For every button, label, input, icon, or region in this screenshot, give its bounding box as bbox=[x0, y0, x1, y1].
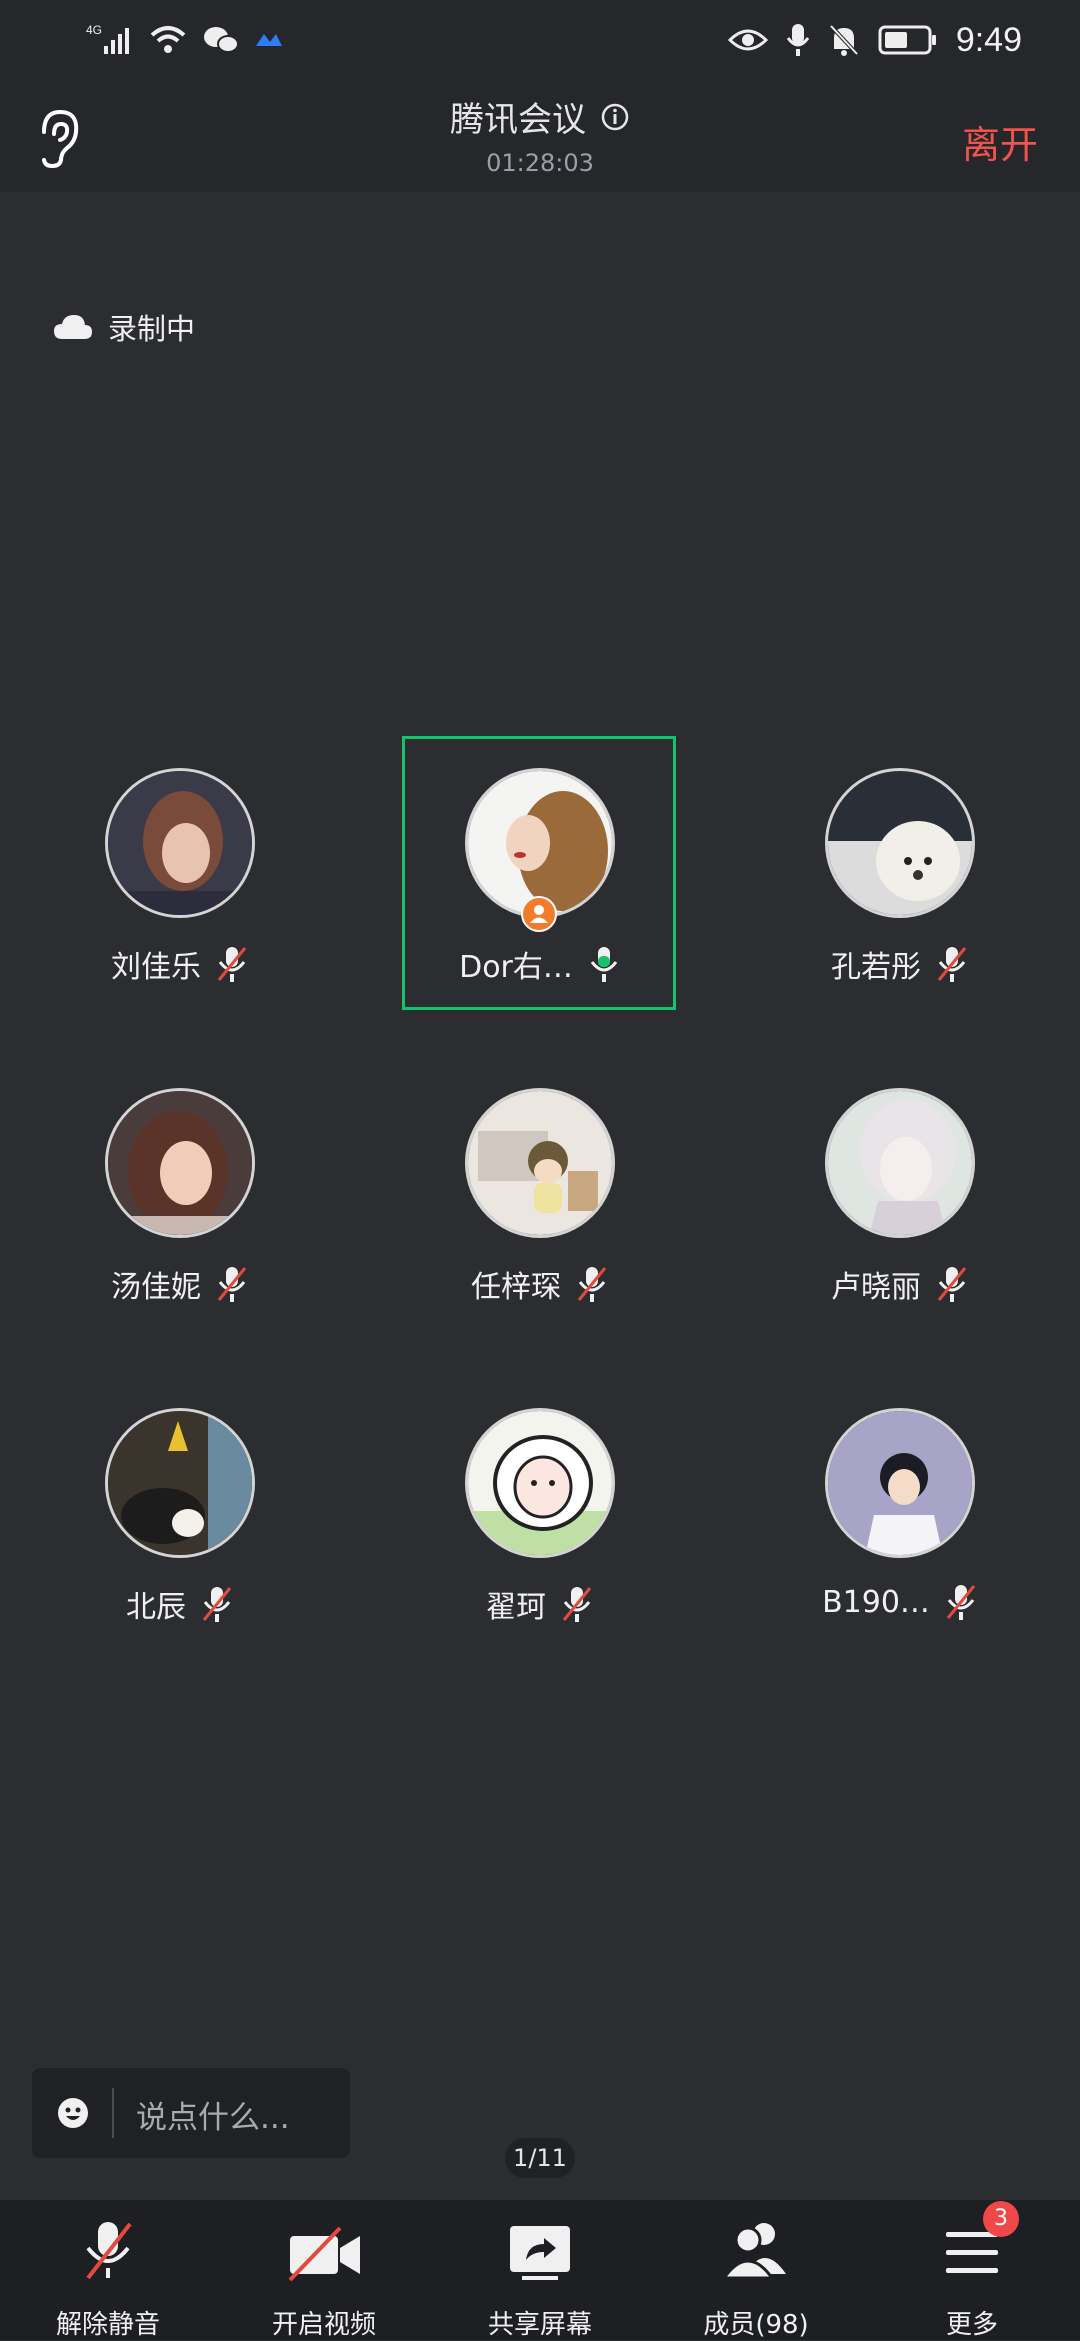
meeting-header: 腾讯会议 01:28:03 离开 bbox=[0, 80, 1080, 192]
title-block: 腾讯会议 01:28:03 bbox=[0, 92, 1080, 177]
meeting-title[interactable]: 腾讯会议 bbox=[450, 92, 586, 141]
leave-button[interactable]: 离开 bbox=[962, 114, 1038, 169]
status-right: 9:49 bbox=[727, 18, 1022, 62]
status-left: 4G bbox=[86, 18, 284, 62]
participant-tile[interactable]: B190… bbox=[780, 1388, 1020, 1628]
chat-input[interactable]: 说点什么... bbox=[32, 2068, 350, 2158]
video-off-icon bbox=[288, 2226, 360, 2282]
mic-muted-icon bbox=[86, 2222, 132, 2280]
host-badge bbox=[521, 896, 557, 932]
participant-tile-active[interactable]: Dor右… bbox=[420, 748, 660, 988]
participant-name: Dor右… bbox=[459, 950, 573, 985]
participant-tile[interactable]: 任梓琛 bbox=[420, 1068, 660, 1308]
participant-name: 翟珂 bbox=[486, 1590, 546, 1625]
avatar bbox=[465, 1408, 615, 1558]
tencent-meeting-status-icon bbox=[256, 34, 282, 46]
participant-name: 汤佳妮 bbox=[111, 1270, 201, 1305]
start-video-label: 开启视频 bbox=[271, 2310, 376, 2340]
mic-muted-icon bbox=[202, 1587, 232, 1622]
cloud-icon bbox=[54, 315, 92, 339]
unmute-button[interactable]: 解除静音 bbox=[0, 2200, 216, 2340]
participant-tile[interactable]: 孔若彤 bbox=[780, 748, 1020, 988]
participant-tile[interactable]: 翟珂 bbox=[420, 1388, 660, 1628]
participant-tile[interactable]: 卢晓丽 bbox=[780, 1068, 1020, 1308]
members-label: 成员(98) bbox=[703, 2310, 809, 2340]
participant-name: B190… bbox=[822, 1584, 930, 1620]
avatar bbox=[105, 1088, 255, 1238]
network-type-label: 4G bbox=[86, 23, 102, 37]
start-video-button[interactable]: 开启视频 bbox=[216, 2200, 432, 2340]
mic-active-icon bbox=[590, 947, 618, 982]
participant-tile[interactable]: 汤佳妮 bbox=[60, 1068, 300, 1308]
mic-muted-icon bbox=[562, 1587, 592, 1622]
unmute-label: 解除静音 bbox=[55, 2310, 160, 2340]
mic-muted-icon bbox=[577, 1267, 607, 1302]
host-person-icon bbox=[530, 905, 548, 923]
mic-muted-icon bbox=[946, 1585, 976, 1620]
share-screen-label: 共享屏幕 bbox=[487, 2310, 592, 2340]
recording-indicator: 录制中 bbox=[52, 306, 195, 348]
participant-name: 北辰 bbox=[126, 1590, 186, 1625]
mic-muted-icon bbox=[937, 947, 967, 982]
signal-icon: 4G bbox=[86, 23, 129, 54]
more-button[interactable]: 更多 bbox=[864, 2200, 1080, 2340]
page-indicator: 1/11 bbox=[505, 2138, 575, 2178]
eye-icon bbox=[727, 29, 768, 51]
avatar bbox=[105, 768, 255, 918]
status-bar: 4G 9:49 bbox=[0, 0, 1080, 80]
meeting-timer: 01:28:03 bbox=[486, 149, 594, 177]
battery-icon bbox=[878, 25, 936, 55]
recording-label: 录制中 bbox=[108, 312, 196, 346]
info-icon[interactable] bbox=[600, 102, 630, 132]
avatar bbox=[465, 1088, 615, 1238]
members-button[interactable]: 成员(98) bbox=[648, 2200, 864, 2340]
share-screen-icon bbox=[510, 2226, 570, 2280]
mic-muted-icon bbox=[217, 947, 247, 982]
avatar bbox=[825, 1408, 975, 1558]
mic-muted-icon bbox=[217, 1267, 247, 1302]
wechat-icon bbox=[204, 27, 239, 53]
bottom-toolbar: 解除静音 开启视频 共享屏幕 成员(98) 更多 bbox=[0, 2200, 1080, 2340]
clock: 9:49 bbox=[955, 20, 1022, 59]
participant-name: 任梓琛 bbox=[471, 1270, 561, 1305]
avatar bbox=[105, 1408, 255, 1558]
notification-badge: 3 bbox=[983, 2201, 1019, 2237]
chat-placeholder: 说点什么... bbox=[136, 2100, 290, 2136]
participant-name: 卢晓丽 bbox=[831, 1270, 921, 1305]
members-icon bbox=[721, 2223, 786, 2280]
participant-tile[interactable]: 北辰 bbox=[60, 1388, 300, 1628]
emoji-icon[interactable] bbox=[56, 2096, 90, 2130]
more-label: 更多 bbox=[945, 2310, 998, 2340]
participant-name: 孔若彤 bbox=[831, 950, 921, 985]
bell-off-icon bbox=[829, 24, 859, 56]
mic-muted-icon bbox=[937, 1267, 967, 1302]
share-screen-button[interactable]: 共享屏幕 bbox=[432, 2200, 648, 2340]
avatar bbox=[825, 768, 975, 918]
participant-name: 刘佳乐 bbox=[111, 950, 201, 985]
divider bbox=[112, 2088, 114, 2138]
mic-status-icon bbox=[786, 24, 810, 56]
avatar bbox=[825, 1088, 975, 1238]
participant-tile[interactable]: 刘佳乐 bbox=[60, 748, 300, 988]
wifi-icon bbox=[150, 26, 186, 53]
